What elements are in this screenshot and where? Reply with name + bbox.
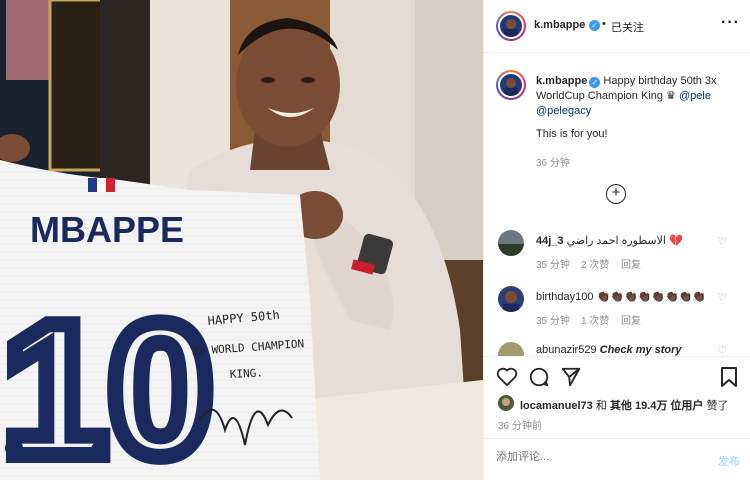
instagram-post-view: MBAPPE 10 HAPPY 50th 3x WORLD CHAMPION K… xyxy=(0,0,750,480)
plus-circle-icon[interactable]: + xyxy=(606,184,626,204)
comment-emoji: 💔 xyxy=(668,235,683,247)
caption-username[interactable]: k.mbappe xyxy=(536,75,587,87)
send-icon[interactable] xyxy=(560,366,582,388)
verified-badge-icon: ✓ xyxy=(589,20,600,31)
comment-composer: 发布 xyxy=(484,439,750,480)
jersey-name: MBAPPE xyxy=(30,209,184,250)
header-username[interactable]: k.mbappe xyxy=(534,19,585,31)
likes-suffix: 赞了 xyxy=(706,400,729,412)
comment-likes[interactable]: 2 次赞 xyxy=(581,256,609,271)
mention-pelegacy[interactable]: @pelegacy xyxy=(536,105,591,117)
photo-illustration: MBAPPE 10 HAPPY 50th 3x WORLD CHAMPION K… xyxy=(0,0,483,480)
comment-body: 44j_3 الاسطوره احمد راضي 💔 xyxy=(536,234,716,247)
mention-pele[interactable]: @pele xyxy=(679,90,711,102)
story-ring[interactable] xyxy=(496,11,526,41)
post-comment-button[interactable]: 发布 xyxy=(718,453,740,469)
likes-text: locamanuel73 和 其他 19.4万 位用户 赞了 xyxy=(520,397,728,413)
caption-line2: This is for you! xyxy=(536,128,608,140)
caption-verified-icon: ✓ xyxy=(589,77,601,88)
comment-body: abunazir529 Check my story xyxy=(536,344,716,356)
comment-like-heart-icon[interactable]: ♡ xyxy=(716,236,728,248)
header-dot: • xyxy=(602,18,606,30)
comment-username[interactable]: abunazir529 xyxy=(536,344,597,356)
comment-body: birthday100 👏🏿👏🏿👏🏿👏🏿👏🏿👏🏿👏🏿👏🏿 xyxy=(536,290,716,303)
comment-text: الاسطوره احمد راضي xyxy=(566,235,666,247)
comment-avatar[interactable] xyxy=(498,342,524,356)
bookmark-icon[interactable] xyxy=(720,366,738,388)
avatar[interactable] xyxy=(500,15,522,37)
comment-avatar[interactable] xyxy=(498,286,524,312)
heart-icon[interactable] xyxy=(496,367,518,387)
action-bar xyxy=(484,364,750,392)
post-side-panel: k.mbappe ✓ • 已关注 ··· k.mbappe ✓ Happy bir… xyxy=(483,0,750,480)
post-photo[interactable]: MBAPPE 10 HAPPY 50th 3x WORLD CHAMPION K… xyxy=(0,0,483,480)
comment-input[interactable] xyxy=(496,451,696,463)
comment-item: 44j_3 الاسطوره احمد راضي 💔 35 分钟 2 次赞 回复… xyxy=(484,228,750,273)
comment-likes[interactable]: 1 次赞 xyxy=(581,312,609,327)
comment-username[interactable]: 44j_3 xyxy=(536,235,564,247)
crown-emoji: ♛ xyxy=(666,90,676,102)
header-divider xyxy=(484,52,750,53)
comment-time: 35 分钟 xyxy=(536,260,570,271)
caption-text: k.mbappe ✓ Happy birthday 50th 3x WorldCu… xyxy=(536,74,736,119)
post-header: k.mbappe ✓ • 已关注 ··· xyxy=(484,0,750,52)
comment-item: birthday100 👏🏿👏🏿👏🏿👏🏿👏🏿👏🏿👏🏿👏🏿 35 分钟 1 次赞 … xyxy=(484,284,750,329)
liker-username[interactable]: locamanuel73 xyxy=(520,400,593,412)
comments-divider xyxy=(484,356,750,357)
comment-item: abunazir529 Check my story ♡ xyxy=(484,340,750,356)
comment-username[interactable]: birthday100 xyxy=(536,291,594,303)
follow-status[interactable]: 已关注 xyxy=(611,19,644,35)
caption-story-ring[interactable] xyxy=(496,70,526,100)
signature-note-line3: KING. xyxy=(229,366,263,381)
comment-avatar[interactable] xyxy=(498,230,524,256)
comment-like-heart-icon[interactable]: ♡ xyxy=(716,292,728,304)
caption-avatar[interactable] xyxy=(500,74,522,96)
likes-connector: 和 xyxy=(595,400,607,412)
comment-reply-button[interactable]: 回复 xyxy=(621,256,641,271)
comment-icon[interactable] xyxy=(528,366,550,388)
comment-time: 35 分钟 xyxy=(536,316,570,327)
likes-line: locamanuel73 和 其他 19.4万 位用户 赞了 xyxy=(484,395,750,413)
comment-like-heart-icon[interactable]: ♡ xyxy=(716,345,728,356)
caption-block: k.mbappe ✓ Happy birthday 50th 3x WorldCu… xyxy=(484,66,750,176)
comment-text: 👏🏿👏🏿👏🏿👏🏿👏🏿👏🏿👏🏿👏🏿 xyxy=(596,291,707,303)
comment-reply-button[interactable]: 回复 xyxy=(621,312,641,327)
flag-blue xyxy=(88,178,97,192)
liker-avatar[interactable] xyxy=(498,395,514,411)
caption-time: 36 分钟 xyxy=(536,158,570,169)
post-time[interactable]: 36 分钟前 xyxy=(498,417,542,432)
comment-text: Check my story xyxy=(599,344,682,356)
likes-others[interactable]: 其他 19.4万 位用户 xyxy=(610,400,704,412)
more-horizontal-icon[interactable]: ··· xyxy=(721,14,740,32)
